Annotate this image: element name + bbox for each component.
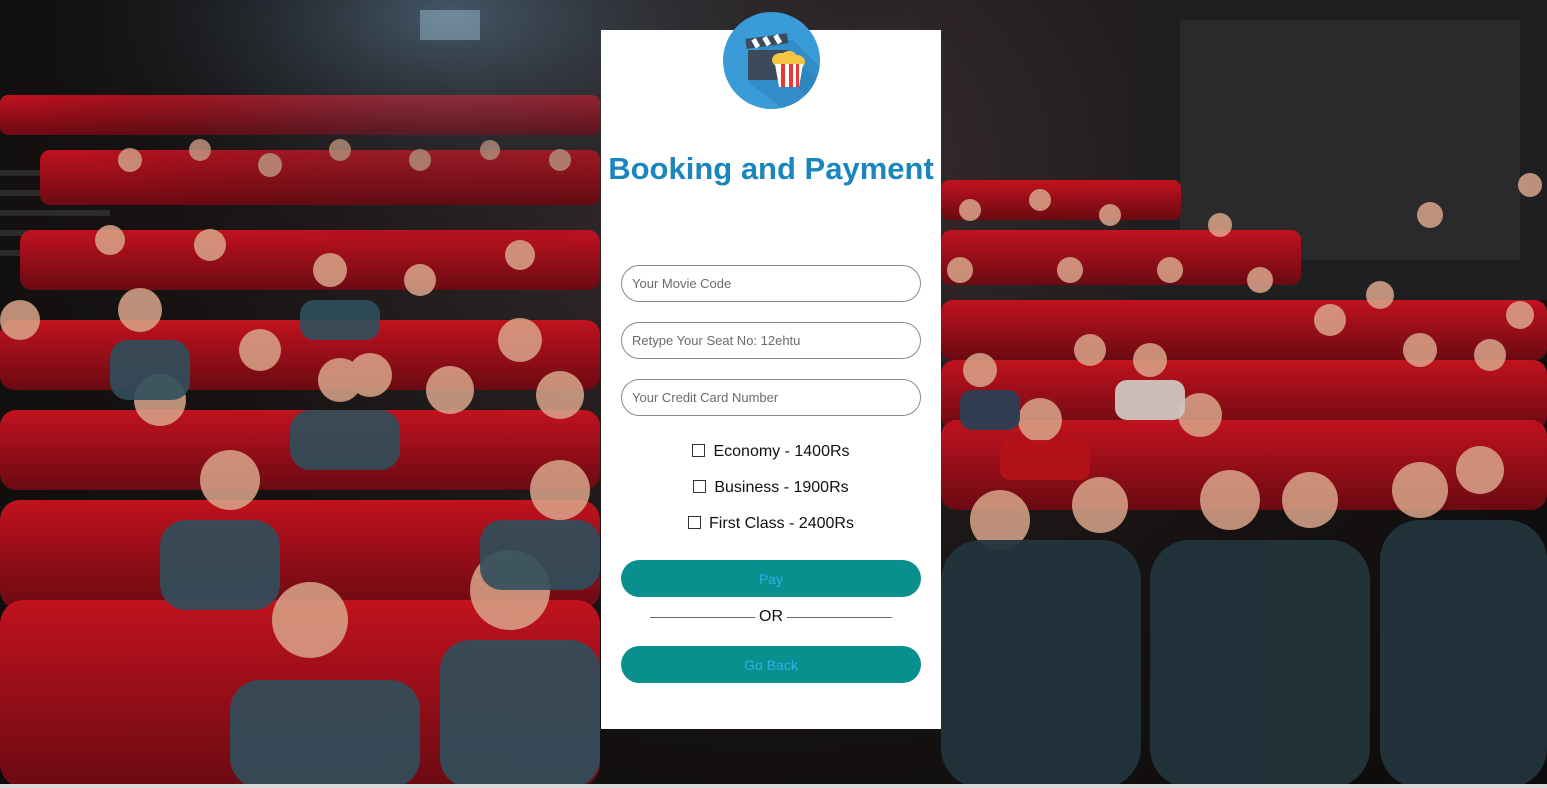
option-first-class[interactable]: First Class - 2400Rs bbox=[601, 514, 941, 534]
go-back-button[interactable]: Go Back bbox=[621, 646, 921, 683]
page-title: Booking and Payment bbox=[608, 151, 934, 186]
separator-line-right bbox=[787, 617, 892, 618]
or-separator: OR bbox=[759, 608, 783, 625]
option-business[interactable]: Business - 1900Rs bbox=[601, 478, 941, 498]
checkbox-icon[interactable] bbox=[692, 444, 706, 457]
option-label: Economy - 1400Rs bbox=[713, 443, 850, 460]
checkbox-icon[interactable] bbox=[693, 480, 707, 493]
credit-card-input[interactable] bbox=[621, 379, 921, 416]
checkbox-icon[interactable] bbox=[688, 516, 702, 529]
logo-graphic bbox=[745, 33, 820, 109]
pay-button[interactable]: Pay bbox=[621, 560, 921, 597]
option-economy[interactable]: Economy - 1400Rs bbox=[601, 442, 941, 462]
bottom-scrollbar-strip bbox=[0, 784, 1547, 788]
separator-line-left bbox=[650, 617, 755, 618]
seat-number-input[interactable] bbox=[621, 322, 921, 359]
movie-code-input[interactable] bbox=[621, 265, 921, 302]
option-label: Business - 1900Rs bbox=[714, 479, 849, 496]
clapperboard-popcorn-icon bbox=[723, 12, 820, 109]
option-label: First Class - 2400Rs bbox=[709, 515, 854, 532]
